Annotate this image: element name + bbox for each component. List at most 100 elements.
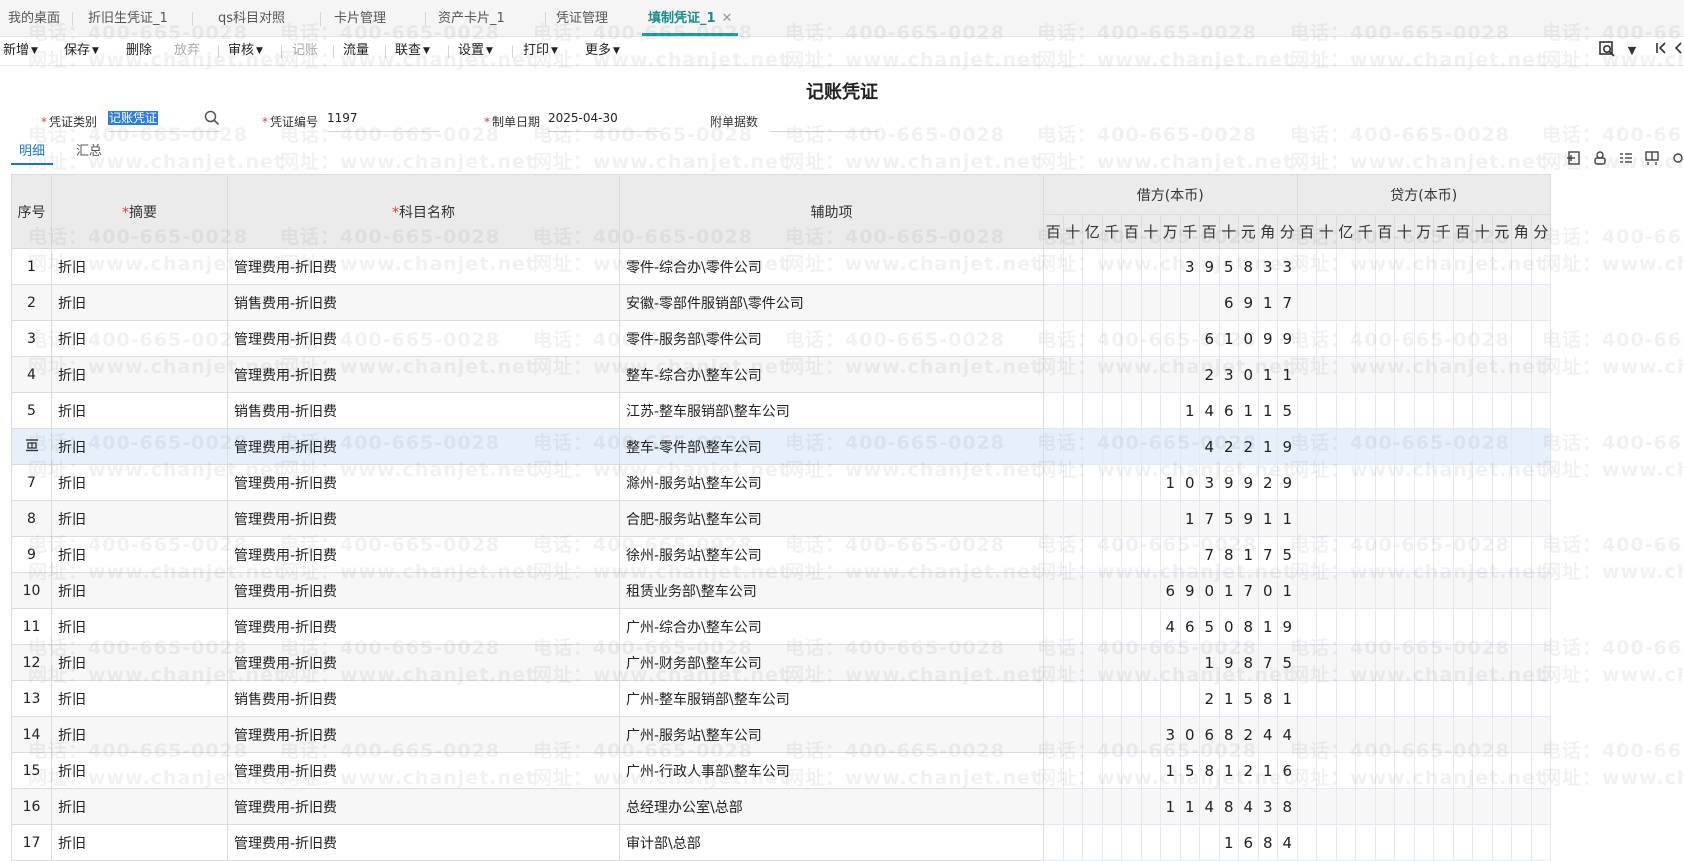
debit-digit-cell[interactable] bbox=[1082, 824, 1103, 861]
aux-cell[interactable]: 审计部\总部 bbox=[619, 824, 1044, 861]
credit-digit-cell[interactable] bbox=[1511, 788, 1532, 825]
debit-digit-cell[interactable]: 3 bbox=[1179, 248, 1200, 285]
credit-digit-cell[interactable] bbox=[1316, 788, 1337, 825]
credit-digit-cell[interactable] bbox=[1511, 716, 1532, 753]
credit-digit-cell[interactable] bbox=[1355, 644, 1376, 681]
save-button[interactable]: 保存 ▼ bbox=[64, 37, 99, 65]
debit-digit-cell[interactable]: 1 bbox=[1257, 608, 1278, 645]
debit-digit-cell[interactable] bbox=[1062, 356, 1083, 393]
table-row[interactable]: 2 折旧 销售费用-折旧费 安徽-零部件服销部\零件公司 6 9 1 7 bbox=[11, 284, 1551, 321]
debit-digit-cell[interactable]: 4 bbox=[1277, 716, 1298, 753]
account-cell[interactable]: 管理费用-折旧费 bbox=[227, 572, 620, 609]
table-row[interactable]: 12 折旧 管理费用-折旧费 广州-财务部\整车公司 1 9 8 7 5 bbox=[11, 644, 1551, 681]
debit-digit-cell[interactable]: 4 bbox=[1199, 788, 1220, 825]
debit-digit-cell[interactable] bbox=[1101, 824, 1122, 861]
credit-digit-cell[interactable] bbox=[1452, 248, 1473, 285]
table-row[interactable]: 1 折旧 管理费用-折旧费 零件-综合办\零件公司 3 9 5 8 3 3 bbox=[11, 248, 1551, 285]
debit-digit-cell[interactable]: 8 bbox=[1218, 716, 1239, 753]
credit-digit-cell[interactable] bbox=[1433, 572, 1454, 609]
credit-digit-cell[interactable] bbox=[1452, 356, 1473, 393]
insert-row-icon[interactable] bbox=[25, 438, 39, 456]
summary-cell[interactable]: 折旧 bbox=[51, 500, 228, 537]
credit-digit-cell[interactable] bbox=[1374, 284, 1395, 321]
debit-digit-cell[interactable] bbox=[1043, 572, 1064, 609]
debit-digit-cell[interactable] bbox=[1101, 788, 1122, 825]
credit-digit-cell[interactable] bbox=[1511, 284, 1532, 321]
credit-digit-cell[interactable] bbox=[1374, 608, 1395, 645]
credit-digit-cell[interactable] bbox=[1530, 428, 1551, 465]
debit-digit-cell[interactable] bbox=[1082, 536, 1103, 573]
credit-digit-cell[interactable] bbox=[1433, 356, 1454, 393]
debit-digit-cell[interactable] bbox=[1101, 572, 1122, 609]
debit-digit-cell[interactable] bbox=[1140, 464, 1161, 501]
credit-digit-cell[interactable] bbox=[1374, 500, 1395, 537]
debit-digit-cell[interactable] bbox=[1140, 680, 1161, 717]
debit-digit-cell[interactable]: 4 bbox=[1199, 428, 1220, 465]
debit-digit-cell[interactable]: 0 bbox=[1238, 320, 1259, 357]
credit-digit-cell[interactable] bbox=[1491, 608, 1512, 645]
credit-digit-cell[interactable] bbox=[1511, 752, 1532, 789]
debit-digit-cell[interactable]: 1 bbox=[1199, 644, 1220, 681]
credit-digit-cell[interactable] bbox=[1530, 464, 1551, 501]
credit-digit-cell[interactable] bbox=[1491, 680, 1512, 717]
debit-digit-cell[interactable]: 1 bbox=[1257, 500, 1278, 537]
debit-digit-cell[interactable]: 5 bbox=[1238, 680, 1259, 717]
account-cell[interactable]: 管理费用-折旧费 bbox=[227, 788, 620, 825]
debit-digit-cell[interactable]: 2 bbox=[1199, 356, 1220, 393]
account-cell[interactable]: 管理费用-折旧费 bbox=[227, 428, 620, 465]
credit-digit-cell[interactable] bbox=[1296, 608, 1317, 645]
credit-digit-cell[interactable] bbox=[1491, 752, 1512, 789]
credit-digit-cell[interactable] bbox=[1530, 356, 1551, 393]
credit-digit-cell[interactable] bbox=[1335, 284, 1356, 321]
debit-digit-cell[interactable]: 1 bbox=[1218, 752, 1239, 789]
debit-digit-cell[interactable] bbox=[1043, 788, 1064, 825]
credit-digit-cell[interactable] bbox=[1316, 716, 1337, 753]
debit-digit-cell[interactable] bbox=[1160, 284, 1181, 321]
table-row[interactable]: 10 折旧 管理费用-折旧费 租赁业务部\整车公司 6 9 0 1 7 0 1 bbox=[11, 572, 1551, 609]
debit-digit-cell[interactable]: 8 bbox=[1218, 536, 1239, 573]
credit-digit-cell[interactable] bbox=[1394, 392, 1415, 429]
debit-digit-cell[interactable]: 6 bbox=[1199, 320, 1220, 357]
debit-digit-cell[interactable]: 1 bbox=[1179, 788, 1200, 825]
credit-digit-cell[interactable] bbox=[1452, 788, 1473, 825]
credit-digit-cell[interactable] bbox=[1491, 320, 1512, 357]
debit-digit-cell[interactable] bbox=[1043, 752, 1064, 789]
credit-digit-cell[interactable] bbox=[1511, 356, 1532, 393]
debit-digit-cell[interactable]: 3 bbox=[1160, 716, 1181, 753]
credit-digit-cell[interactable] bbox=[1335, 716, 1356, 753]
search-icon[interactable] bbox=[204, 110, 220, 126]
aux-cell[interactable]: 徐州-服务站\整车公司 bbox=[619, 536, 1044, 573]
aux-cell[interactable]: 广州-财务部\整车公司 bbox=[619, 644, 1044, 681]
credit-digit-cell[interactable] bbox=[1472, 500, 1493, 537]
query-button[interactable]: 联查 ▼ bbox=[395, 37, 430, 65]
credit-digit-cell[interactable] bbox=[1452, 284, 1473, 321]
credit-digit-cell[interactable] bbox=[1316, 644, 1337, 681]
debit-digit-cell[interactable] bbox=[1199, 824, 1220, 861]
credit-digit-cell[interactable] bbox=[1296, 428, 1317, 465]
account-cell[interactable]: 销售费用-折旧费 bbox=[227, 392, 620, 429]
debit-digit-cell[interactable]: 1 bbox=[1179, 392, 1200, 429]
debit-digit-cell[interactable]: 8 bbox=[1257, 824, 1278, 861]
debit-digit-cell[interactable] bbox=[1121, 500, 1142, 537]
credit-digit-cell[interactable] bbox=[1472, 392, 1493, 429]
credit-digit-cell[interactable] bbox=[1355, 248, 1376, 285]
credit-digit-cell[interactable] bbox=[1413, 248, 1434, 285]
credit-digit-cell[interactable] bbox=[1374, 392, 1395, 429]
credit-digit-cell[interactable] bbox=[1433, 608, 1454, 645]
debit-digit-cell[interactable] bbox=[1062, 572, 1083, 609]
credit-digit-cell[interactable] bbox=[1491, 788, 1512, 825]
debit-digit-cell[interactable] bbox=[1082, 320, 1103, 357]
credit-digit-cell[interactable] bbox=[1355, 572, 1376, 609]
voucher-no-input[interactable]: 1197 bbox=[327, 105, 439, 132]
summary-cell[interactable]: 折旧 bbox=[51, 752, 228, 789]
debit-digit-cell[interactable] bbox=[1121, 644, 1142, 681]
debit-digit-cell[interactable] bbox=[1082, 752, 1103, 789]
credit-digit-cell[interactable] bbox=[1335, 392, 1356, 429]
account-cell[interactable]: 销售费用-折旧费 bbox=[227, 680, 620, 717]
debit-digit-cell[interactable]: 0 bbox=[1179, 716, 1200, 753]
debit-digit-cell[interactable]: 6 bbox=[1179, 608, 1200, 645]
credit-digit-cell[interactable] bbox=[1374, 428, 1395, 465]
debit-digit-cell[interactable]: 7 bbox=[1257, 536, 1278, 573]
debit-digit-cell[interactable]: 9 bbox=[1179, 572, 1200, 609]
debit-digit-cell[interactable] bbox=[1062, 428, 1083, 465]
